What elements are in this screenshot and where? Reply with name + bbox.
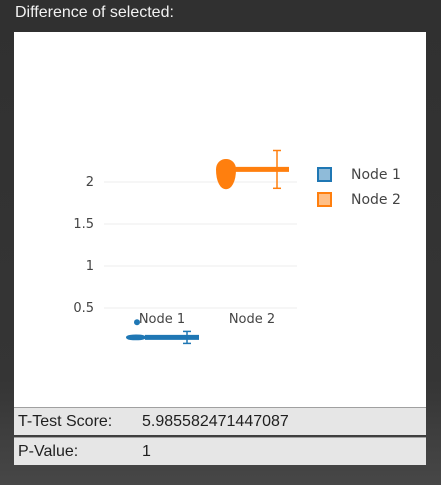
p-value-row: P-Value: 1 bbox=[14, 437, 426, 465]
x-tick-label: Node 2 bbox=[229, 312, 275, 327]
t-test-row: T-Test Score: 5.985582471447087 bbox=[14, 407, 426, 435]
p-value-value: 1 bbox=[142, 443, 151, 460]
violin-plot[interactable]: 0.5 1 1.5 2 Node 1 Node 2 Node 1 Node 2 bbox=[14, 32, 426, 407]
t-test-label: T-Test Score: bbox=[18, 413, 113, 430]
y-tick-label: 1.5 bbox=[73, 217, 94, 232]
violin-body[interactable] bbox=[215, 158, 237, 190]
y-tick-label: 1 bbox=[86, 259, 94, 274]
legend-swatch[interactable] bbox=[317, 192, 332, 207]
outlier-point[interactable] bbox=[134, 319, 140, 326]
panel-title: Difference of selected: bbox=[15, 4, 174, 21]
violin-body[interactable] bbox=[125, 334, 147, 341]
plot-canvas[interactable]: 0.5 1 1.5 2 Node 1 Node 2 Node 1 Node 2 bbox=[14, 32, 426, 407]
y-tick-label: 0.5 bbox=[73, 301, 94, 316]
legend-swatch[interactable] bbox=[317, 167, 332, 182]
t-test-value: 5.985582471447087 bbox=[142, 413, 289, 430]
x-tick-label: Node 1 bbox=[139, 312, 185, 327]
p-value-label: P-Value: bbox=[18, 443, 79, 460]
legend-label[interactable]: Node 1 bbox=[351, 167, 401, 183]
legend-label[interactable]: Node 2 bbox=[351, 192, 401, 208]
y-tick-label: 2 bbox=[86, 175, 94, 190]
